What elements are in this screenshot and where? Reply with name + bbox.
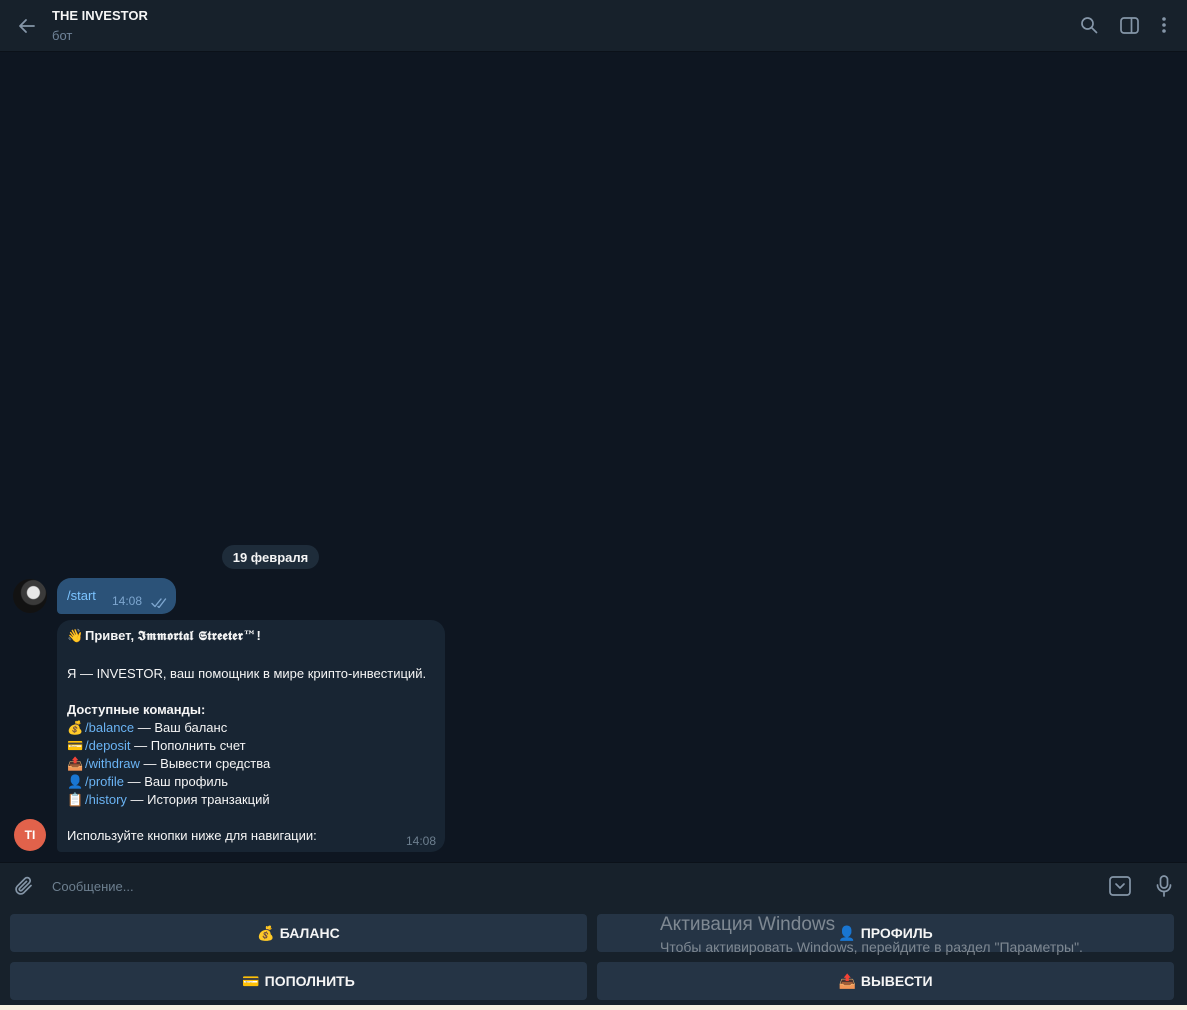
greeting-prefix: Привет,	[85, 628, 138, 643]
message-input[interactable]	[52, 875, 1082, 897]
deposit-button[interactable]: 💳 ПОПОЛНИТЬ	[10, 962, 587, 1000]
outgoing-message[interactable]: /start 14:08	[57, 578, 176, 614]
outbox-tray-icon: 📤	[838, 972, 856, 989]
paperclip-icon[interactable]	[12, 874, 36, 898]
footer-text: Используйте кнопки ниже для навигации:	[67, 828, 317, 843]
user-avatar[interactable]	[13, 579, 47, 613]
back-arrow-icon[interactable]	[14, 13, 40, 39]
button-label: ПОПОЛНИТЬ	[264, 973, 355, 989]
chat-subtitle: бот	[52, 28, 73, 43]
waving-hand-icon: 👋	[67, 628, 84, 643]
command-desc: — История транзакций	[126, 792, 270, 807]
outbox-tray-icon: 📤	[67, 756, 84, 771]
credit-card-icon: 💳	[67, 738, 84, 753]
command-row-profile: 👤/profile — Ваш профиль	[67, 774, 228, 790]
command-desc: — Ваш профиль	[124, 774, 229, 789]
commands-heading: Доступные команды:	[67, 702, 205, 717]
greeting-suffix: !	[256, 628, 261, 643]
command-link-profile[interactable]: /profile	[85, 774, 124, 789]
sidebar-toggle-icon[interactable]	[1118, 14, 1140, 36]
read-checkmarks-icon	[151, 595, 169, 613]
command-link-withdraw[interactable]: /withdraw	[85, 756, 140, 771]
clipboard-icon: 📋	[67, 792, 84, 807]
intro-text: Я — INVESTOR, ваш помощник в мире крипто…	[67, 666, 427, 681]
commands-heading-text: Доступные команды:	[67, 702, 206, 717]
command-desc: — Пополнить счет	[130, 738, 246, 753]
microphone-icon[interactable]	[1152, 873, 1176, 899]
command-row-deposit: 💳/deposit — Пополнить счет	[67, 738, 246, 754]
reply-keyboard: 💰 БАЛАНС 👤 ПРОФИЛЬ 💳 ПОПОЛНИТЬ 📤 ВЫВЕСТИ	[0, 908, 1187, 1005]
windows-activation-title: Активация Windows	[660, 914, 836, 935]
button-label: БАЛАНС	[279, 925, 340, 941]
chat-title[interactable]: THE INVESTOR	[52, 8, 148, 23]
command-link-deposit[interactable]: /deposit	[85, 738, 131, 753]
balance-button[interactable]: 💰 БАЛАНС	[10, 914, 587, 952]
message-time: 14:08	[405, 834, 436, 848]
message-time: 14:08	[112, 594, 143, 608]
message-composer	[0, 862, 1187, 908]
money-bag-icon: 💰	[257, 924, 275, 941]
command-link-balance[interactable]: /balance	[85, 720, 134, 735]
more-options-icon[interactable]	[1153, 14, 1175, 36]
chat-header: THE INVESTOR бот	[0, 0, 1187, 52]
greeting-line: 👋 Привет, 𝕴𝖒𝖒𝖔𝖗𝖙𝖆𝖑 𝕾𝖙𝖗𝖊𝖊𝖙𝖊𝖗™!	[67, 628, 261, 644]
search-icon[interactable]	[1078, 14, 1100, 36]
command-link-history[interactable]: /history	[85, 792, 127, 807]
date-separator: 19 февраля	[222, 545, 319, 569]
incoming-message[interactable]: 👋 Привет, 𝕴𝖒𝖒𝖔𝖗𝖙𝖆𝖑 𝕾𝖙𝖗𝖊𝖊𝖙𝖊𝖗™! Я — INVESTO…	[57, 620, 445, 852]
withdraw-button[interactable]: 📤 ВЫВЕСТИ	[597, 962, 1174, 1000]
command-row-history: 📋/history — История транзакций	[67, 792, 270, 808]
user-silhouette-icon: 👤	[67, 774, 84, 789]
bot-avatar[interactable]: TI	[14, 819, 46, 851]
command-row-withdraw: 📤/withdraw — Вывести средства	[67, 756, 270, 772]
greeting-name: 𝕴𝖒𝖒𝖔𝖗𝖙𝖆𝖑 𝕾𝖙𝖗𝖊𝖊𝖙𝖊𝖗™	[137, 629, 257, 644]
money-bag-icon: 💰	[67, 720, 84, 735]
credit-card-icon: 💳	[242, 972, 260, 989]
message-text[interactable]: /start	[67, 588, 96, 603]
bottom-edge	[0, 1005, 1187, 1010]
bot-keyboard-toggle-icon[interactable]	[1108, 874, 1132, 898]
command-desc: — Вывести средства	[139, 756, 271, 771]
button-label: ВЫВЕСТИ	[860, 973, 933, 989]
command-row-balance: 💰/balance — Ваш баланс	[67, 720, 227, 736]
windows-activation-hint: Чтобы активировать Windows, перейдите в …	[660, 939, 1083, 955]
command-desc: — Ваш баланс	[134, 720, 228, 735]
